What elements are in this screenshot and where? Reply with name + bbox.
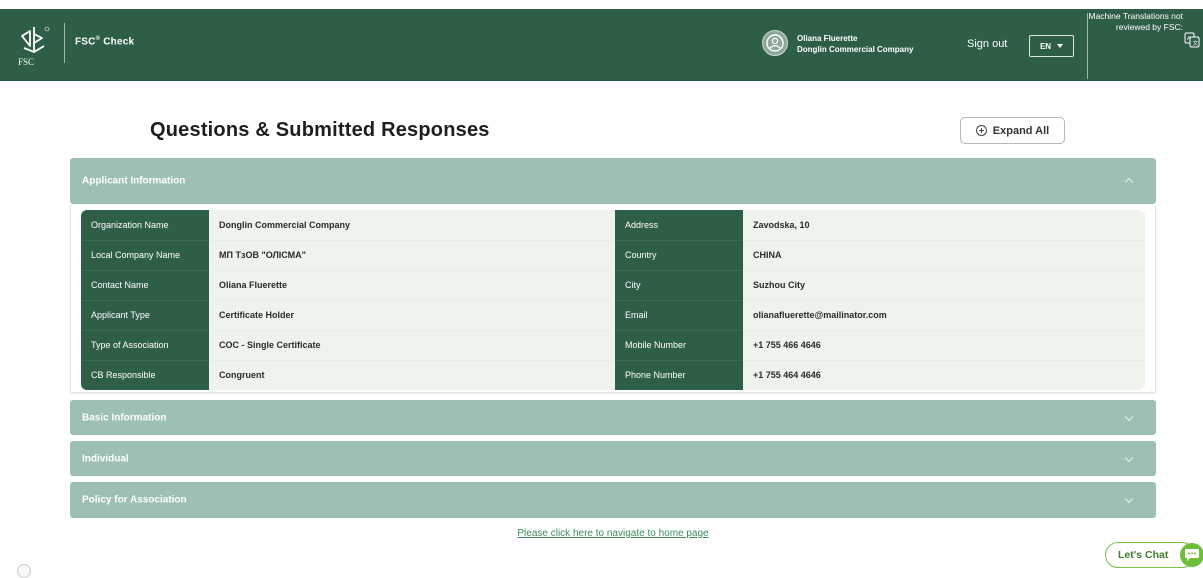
chevron-up-icon <box>1124 177 1134 187</box>
translate-icon[interactable]: A 文 <box>1184 32 1200 48</box>
field-value: Suzhou City <box>743 270 1145 301</box>
top-header: FSC FSC® Check Oliana Fluerette Donglin … <box>0 9 1203 81</box>
field-label: Organization Name <box>81 210 209 241</box>
accordion-label: Applicant Information <box>82 175 186 187</box>
applicant-info-table: Organization Name Donglin Commercial Comp… <box>81 210 1145 390</box>
chevron-down-icon <box>1057 44 1064 48</box>
chevron-down-icon <box>1124 494 1134 504</box>
field-label: Local Company Name <box>81 240 209 271</box>
field-value: Congruent <box>209 360 615 390</box>
field-label: Applicant Type <box>81 300 209 331</box>
table-row: CB Responsible Congruent Phone Number +1 75… <box>81 360 1145 390</box>
table-row: Contact Name Oliana Fluerette City Suzhou C… <box>81 270 1145 301</box>
plus-circle-icon <box>975 125 987 136</box>
field-label: Contact Name <box>81 270 209 301</box>
field-label: Phone Number <box>615 360 743 390</box>
field-value: Oliana Fluerette <box>209 270 615 301</box>
user-name: Oliana Fluerette <box>797 34 858 43</box>
chat-bubble-icon[interactable] <box>1180 543 1203 567</box>
field-label: Country <box>615 240 743 271</box>
machine-translation-note: Machine Translations not reviewed by FSC… <box>1088 11 1184 32</box>
expand-all-label: Expand All <box>992 124 1050 137</box>
app-title[interactable]: FSC® Check <box>75 36 134 47</box>
scroll-top-icon[interactable] <box>17 564 31 578</box>
chat-label: Let's Chat <box>1118 549 1169 561</box>
table-row: Type of Association COC - Single Certific… <box>81 330 1145 361</box>
accordion-label: Individual <box>82 453 129 464</box>
fsc-logo[interactable]: FSC <box>14 22 54 68</box>
user-avatar-icon[interactable] <box>762 30 788 56</box>
field-value: +1 755 464 4646 <box>743 360 1145 390</box>
svg-text:A: A <box>1187 36 1191 42</box>
accordion-label: Basic Information <box>82 412 167 423</box>
accordion-label: Policy for Association <box>82 494 187 506</box>
language-value: EN <box>1039 41 1052 51</box>
page-title: Questions & Submitted Responses <box>150 119 490 141</box>
accordion-policy-for-association[interactable]: Policy for Association <box>70 482 1156 518</box>
table-row: Local Company Name МП ТзОВ "ОЛІСМА" Countr… <box>81 240 1145 271</box>
field-label: City <box>615 270 743 301</box>
home-page-link[interactable]: Please click here to navigate to home pa… <box>0 528 1203 539</box>
field-label: Mobile Number <box>615 330 743 361</box>
expand-all-button[interactable]: Expand All <box>960 117 1065 144</box>
field-value: COC - Single Certificate <box>209 330 615 361</box>
language-select[interactable]: EN <box>1029 35 1074 57</box>
field-value: CHINA <box>743 240 1145 271</box>
table-row: Organization Name Donglin Commercial Comp… <box>81 210 1145 241</box>
accordion-applicant-information[interactable]: Applicant Information <box>70 158 1156 204</box>
logo-text: FSC <box>18 57 34 67</box>
field-label: Email <box>615 300 743 331</box>
field-label: CB Responsible <box>81 360 209 390</box>
field-label: Type of Association <box>81 330 209 361</box>
svg-text:文: 文 <box>1193 39 1199 47</box>
chevron-down-icon <box>1124 453 1134 462</box>
applicant-information-panel: Organization Name Donglin Commercial Comp… <box>70 205 1156 393</box>
field-value: Certificate Holder <box>209 300 615 331</box>
field-value: МП ТзОВ "ОЛІСМА" <box>209 240 615 271</box>
field-value: olianafluerette@mailinator.com <box>743 300 1145 331</box>
header-divider <box>64 23 65 63</box>
chevron-down-icon <box>1124 412 1134 421</box>
field-value: Donglin Commercial Company <box>209 210 615 241</box>
accordion-individual[interactable]: Individual <box>70 441 1156 476</box>
accordion-basic-information[interactable]: Basic Information <box>70 400 1156 435</box>
table-row: Applicant Type Certificate Holder Email oli… <box>81 300 1145 331</box>
user-company: Donglin Commercial Company <box>797 45 914 54</box>
field-value: +1 755 466 4646 <box>743 330 1145 361</box>
sign-out-link[interactable]: Sign out <box>967 38 1007 50</box>
field-value: Zavodska, 10 <box>743 210 1145 241</box>
field-label: Address <box>615 210 743 241</box>
